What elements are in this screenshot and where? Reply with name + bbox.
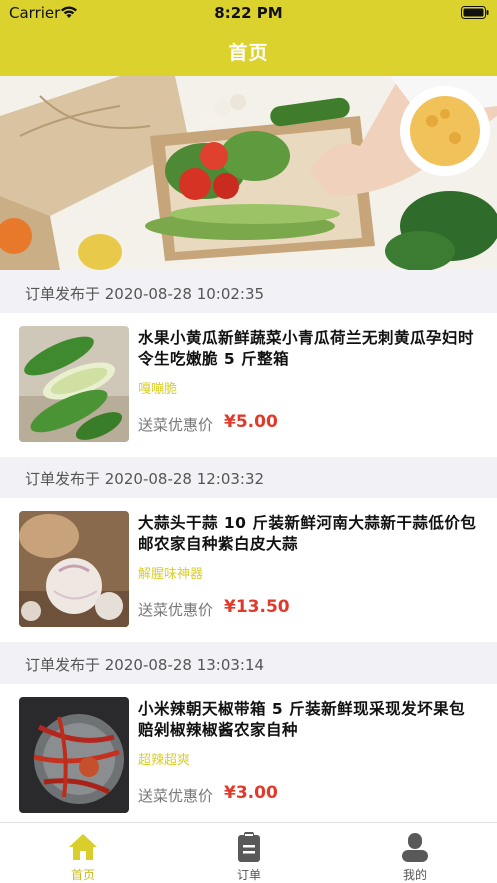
home-icon — [69, 834, 97, 860]
page-title: 首页 — [228, 42, 269, 64]
price-value: ¥5.00 — [224, 412, 278, 432]
order-card[interactable]: 小米辣朝天椒带箱 5 斤装新鲜现采现发坏果包赔剁椒辣椒酱农家自种 超辣超爽 送菜… — [0, 684, 497, 828]
product-tag: 超辣超爽 — [138, 753, 191, 768]
clipboard-icon — [238, 832, 260, 862]
product-title: 小米辣朝天椒带箱 5 斤装新鲜现采现发坏果包赔剁椒辣椒酱农家自种 — [138, 700, 466, 739]
tab-label: 首页 — [70, 868, 95, 882]
tab-label: 订单 — [236, 868, 261, 882]
chili-image — [19, 697, 129, 813]
price-value: ¥3.00 — [224, 783, 278, 803]
cucumbers-image — [19, 326, 129, 442]
order-timestamp: 订单发布于 2020-08-28 13:03:14 — [25, 656, 265, 674]
tab-home[interactable]: 首页 — [0, 823, 166, 883]
order-card[interactable]: 水果小黄瓜新鲜蔬菜小青瓜荷兰无刺黄瓜孕妇时令生吃嫩脆 5 斤整箱 嘎嘣脆 送菜优… — [0, 313, 497, 457]
price-label: 送菜优惠价 — [138, 787, 214, 805]
tab-bar: 首页 订单 我的 — [0, 822, 497, 883]
banner-image[interactable] — [0, 76, 497, 270]
product-tag: 嘎嘣脆 — [138, 382, 178, 397]
order-timestamp: 订单发布于 2020-08-28 12:03:32 — [25, 470, 265, 488]
product-title: 水果小黄瓜新鲜蔬菜小青瓜荷兰无刺黄瓜孕妇时令生吃嫩脆 5 斤整箱 — [138, 329, 475, 368]
order-timestamp: 订单发布于 2020-08-28 10:02:35 — [25, 285, 265, 303]
price-label: 送菜优惠价 — [138, 601, 214, 619]
person-icon — [402, 833, 428, 862]
battery-icon — [461, 6, 489, 19]
status-bar: Carrier 8:22 PM — [0, 0, 497, 26]
garlic-image — [19, 511, 129, 627]
product-title: 大蒜头干蒜 10 斤装新鲜河南大蒜新干蒜低价包邮农家自种紫白皮大蒜 — [138, 514, 477, 553]
order-card[interactable]: 大蒜头干蒜 10 斤装新鲜河南大蒜新干蒜低价包邮农家自种紫白皮大蒜 解腥味神器 … — [0, 498, 497, 642]
clock: 8:22 PM — [214, 4, 283, 22]
tab-label: 我的 — [402, 868, 427, 882]
vegetable-box-illustration — [0, 76, 497, 270]
header: Carrier 8:22 PM 首页 — [0, 0, 497, 76]
tab-orders[interactable]: 订单 — [166, 823, 332, 883]
price-value: ¥13.50 — [224, 597, 290, 617]
tab-profile[interactable]: 我的 — [332, 823, 497, 883]
product-tag: 解腥味神器 — [138, 567, 204, 582]
price-label: 送菜优惠价 — [138, 416, 214, 434]
